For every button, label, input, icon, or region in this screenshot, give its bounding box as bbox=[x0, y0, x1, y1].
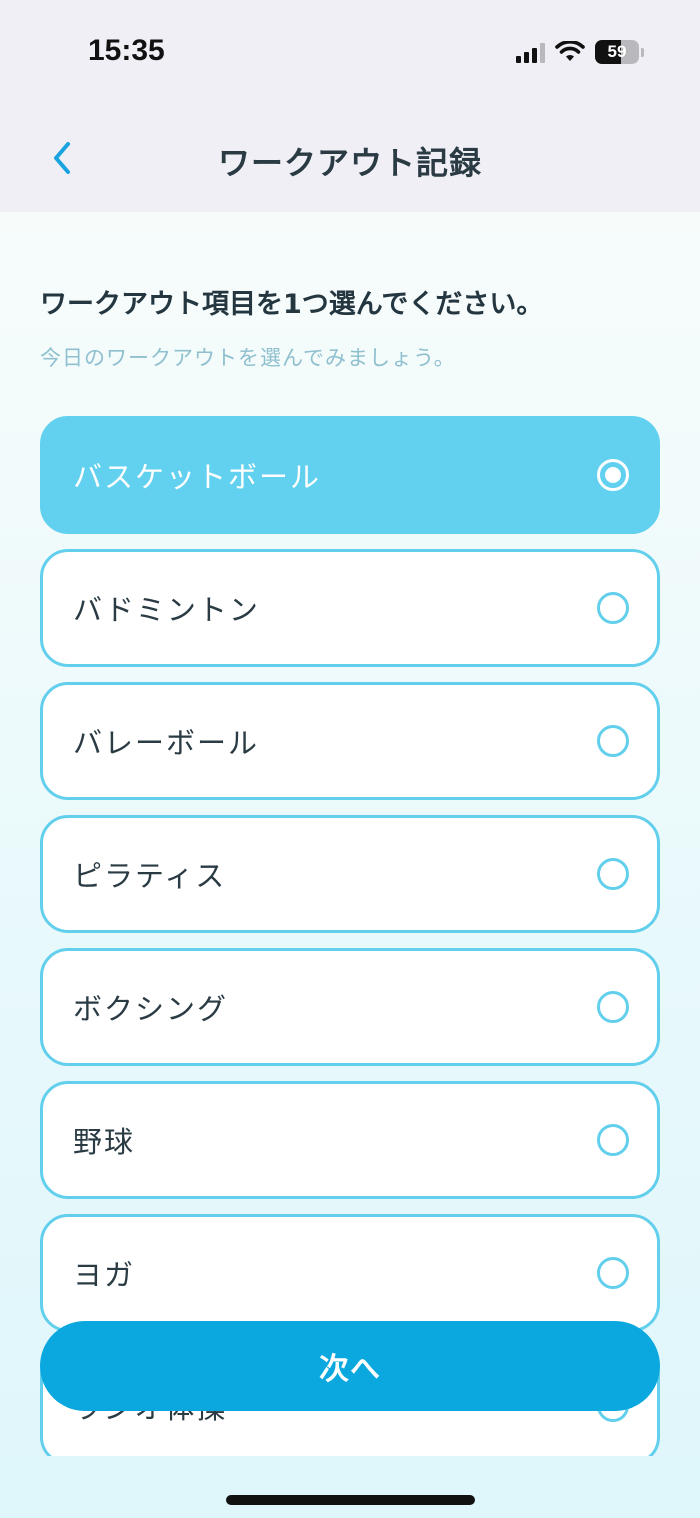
option-basketball[interactable]: バスケットボール bbox=[40, 416, 660, 534]
next-button[interactable]: 次へ bbox=[40, 1321, 660, 1411]
radio-selected-dot bbox=[605, 467, 621, 483]
radio-button[interactable] bbox=[597, 592, 629, 624]
radio-button[interactable] bbox=[597, 1124, 629, 1156]
option-label: ボクシング bbox=[73, 992, 229, 1026]
battery-nub bbox=[641, 47, 644, 57]
page-title: ワークアウト記録 bbox=[217, 144, 482, 182]
nav-bar: ワークアウト記録 bbox=[0, 100, 700, 212]
option-label: バドミントン bbox=[73, 593, 260, 627]
radio-button[interactable] bbox=[597, 725, 629, 757]
option-boxing[interactable]: ボクシング bbox=[40, 948, 660, 1066]
radio-button[interactable] bbox=[597, 1257, 629, 1289]
option-badminton[interactable]: バドミントン bbox=[40, 549, 660, 667]
option-pilates[interactable]: ピラティス bbox=[40, 815, 660, 933]
option-label: ピラティス bbox=[73, 859, 227, 893]
radio-button[interactable] bbox=[597, 459, 629, 491]
radio-button[interactable] bbox=[597, 858, 629, 890]
option-label: バレーボール bbox=[73, 726, 260, 760]
prompt-subheading: 今日のワークアウトを選んでみましょう。 bbox=[40, 346, 456, 370]
option-yoga[interactable]: ヨガ bbox=[40, 1214, 660, 1332]
option-label: 野球 bbox=[73, 1125, 136, 1159]
home-indicator bbox=[226, 1495, 475, 1505]
option-label: バスケットボール bbox=[73, 460, 322, 494]
status-time: 15:35 bbox=[88, 34, 165, 67]
prompt-heading: ワークアウト項目を1つ選んでください。 bbox=[40, 289, 544, 320]
battery-icon: 59 bbox=[595, 40, 639, 64]
radio-button[interactable] bbox=[597, 991, 629, 1023]
battery-level: 59 bbox=[607, 42, 627, 61]
wifi-icon bbox=[555, 41, 585, 61]
status-bar: 15:35 59 bbox=[0, 0, 700, 100]
status-icons: 59 bbox=[516, 36, 644, 68]
cellular-signal-icon bbox=[516, 41, 545, 63]
option-label: ヨガ bbox=[73, 1258, 136, 1292]
option-volleyball[interactable]: バレーボール bbox=[40, 682, 660, 800]
option-baseball[interactable]: 野球 bbox=[40, 1081, 660, 1199]
bottom-safe-area bbox=[0, 1456, 700, 1518]
